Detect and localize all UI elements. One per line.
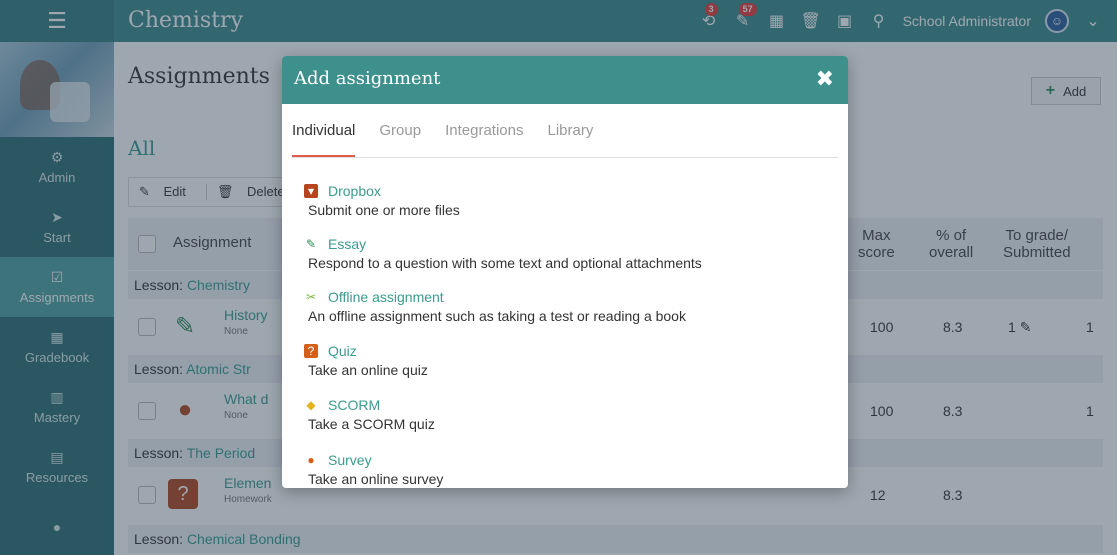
scorm-icon: ◆ — [306, 398, 316, 412]
close-icon[interactable]: ✖ — [816, 66, 834, 92]
dialog-tabs: Individual Group Integrations Library — [292, 122, 838, 158]
survey-icon: ● — [307, 453, 315, 467]
essay-icon: ✎ — [305, 237, 317, 251]
dialog-title: Add assignment — [294, 68, 441, 89]
dialog-header: Add assignment ✖ — [282, 56, 848, 104]
dropbox-icon: ▾ — [304, 184, 318, 198]
tab-individual[interactable]: Individual — [292, 122, 356, 157]
tab-library[interactable]: Library — [547, 122, 593, 157]
offline-icon: ✂ — [305, 290, 317, 304]
quiz-icon: ? — [304, 344, 318, 358]
tab-group[interactable]: Group — [379, 122, 421, 157]
add-assignment-dialog: Add assignment ✖ Individual Group Integr… — [282, 56, 848, 488]
tab-integrations[interactable]: Integrations — [445, 122, 523, 157]
